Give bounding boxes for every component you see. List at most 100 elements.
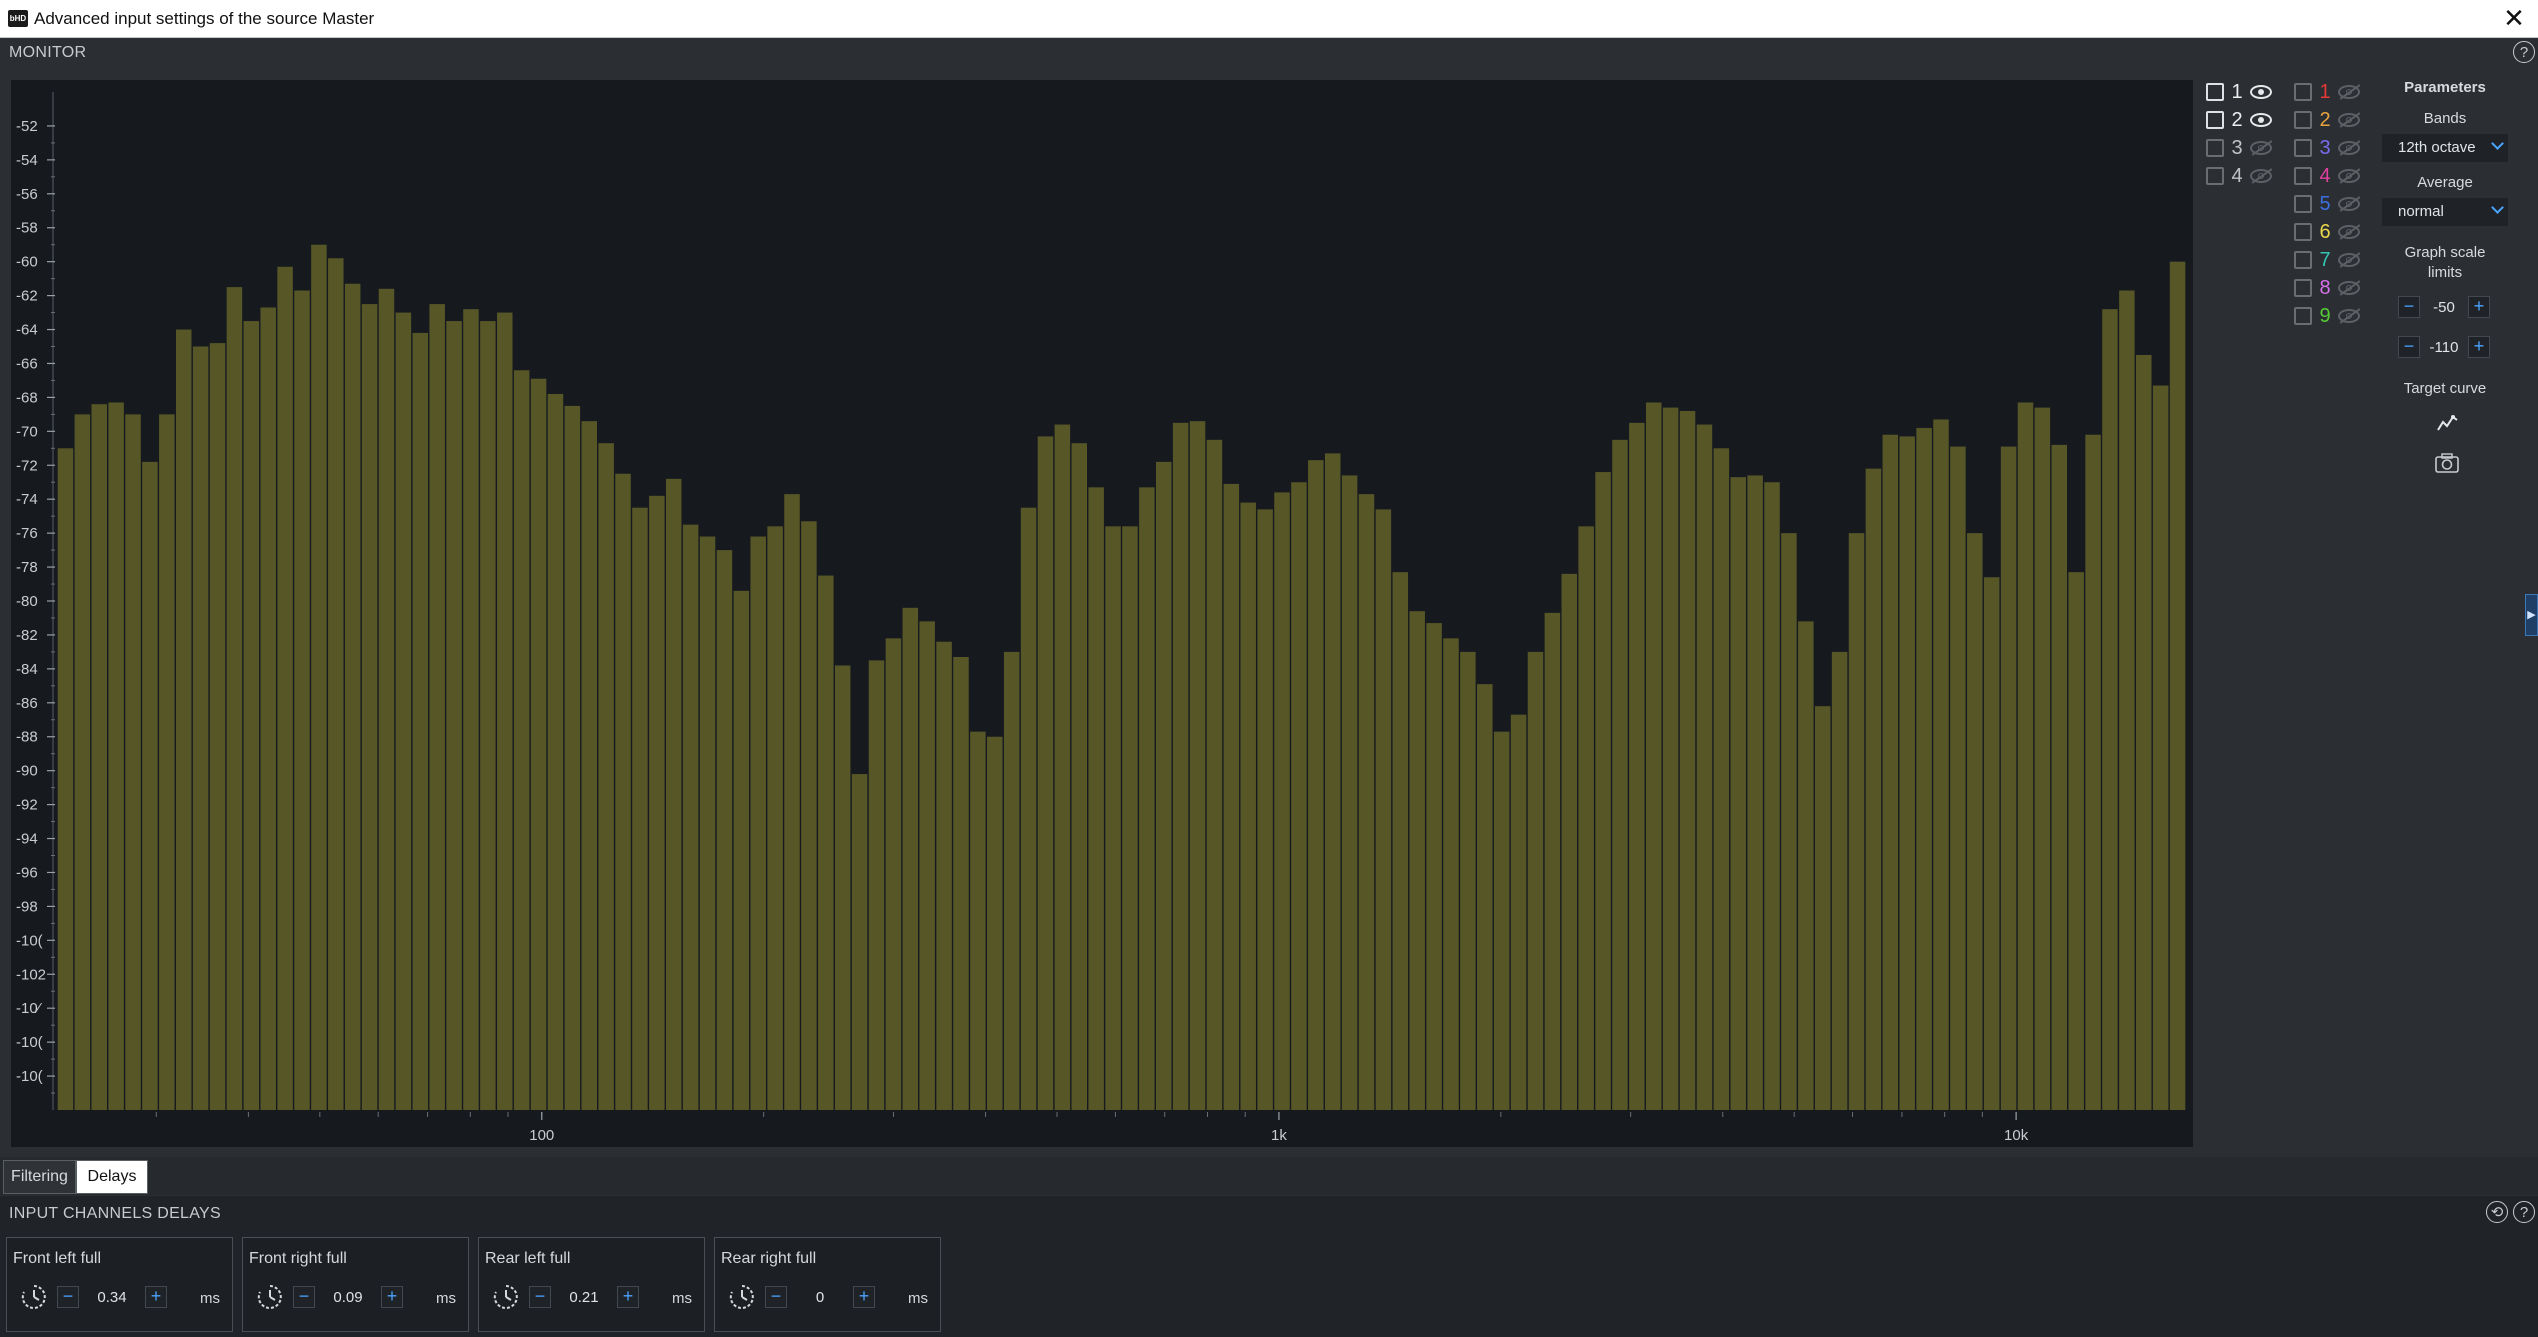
increment-button[interactable]: + [381, 1286, 403, 1308]
spectrum-bar [1814, 706, 1831, 1110]
decrement-button[interactable]: − [2398, 296, 2420, 318]
eye-off-icon[interactable] [2338, 225, 2360, 239]
timer-icon[interactable] [727, 1282, 757, 1312]
help-icon[interactable]: ? [2513, 1201, 2535, 1223]
spectrum-bar [192, 346, 209, 1110]
spectrum-bar [1443, 638, 1459, 1110]
y-tick-label: -62 [16, 288, 38, 305]
y-tick-label: -76 [16, 525, 38, 542]
spectrum-bar [159, 414, 175, 1110]
timer-icon[interactable] [255, 1282, 285, 1312]
spectrum-bar [1764, 482, 1780, 1110]
delay-value[interactable]: 0 [787, 1289, 853, 1306]
spectrum-bar [2102, 309, 2118, 1110]
spectrum-bar [57, 448, 74, 1110]
spectrum-bar [1848, 533, 1865, 1110]
delay-value[interactable]: 0.09 [315, 1289, 381, 1306]
increment-button[interactable]: + [145, 1286, 167, 1308]
y-tick-label: -10⁄ [16, 1000, 43, 1017]
y-tick-label: -98 [16, 898, 38, 915]
eye-off-icon[interactable] [2338, 169, 2360, 183]
y-tick-label: -78 [16, 559, 38, 576]
y-tick-label: -74 [16, 491, 38, 508]
spectrum-bar [294, 290, 310, 1110]
y-tick-label: -96 [16, 864, 38, 881]
close-button[interactable]: ✕ [2500, 4, 2528, 32]
output-icon [2294, 167, 2312, 185]
title-bar: bHD Advanced input settings of the sourc… [0, 0, 2538, 38]
y-tick-label: -10( [16, 932, 43, 949]
delay-channel-box: Front left full −0.34 + ms [6, 1237, 233, 1332]
y-tick-label: -52 [16, 118, 38, 135]
spectrum-bar [1139, 487, 1155, 1110]
spectrum-bar [1460, 651, 1476, 1110]
eye-off-icon[interactable] [2338, 281, 2360, 295]
side-panel-toggle-button[interactable]: ▶ [2525, 594, 2538, 636]
output-channel-row: 2 [2294, 108, 2360, 132]
output-icon [2294, 251, 2312, 269]
snapshot-button[interactable] [2432, 448, 2462, 478]
spectrum-bar [175, 329, 192, 1110]
scale-min-value[interactable]: -110 [2420, 339, 2468, 356]
spectrum-graph: -52 -54 -56 -58 -60 -62 -64 -66 -68 -70 -72 -74 -76 -… [11, 80, 2193, 1147]
spectrum-bar [108, 402, 124, 1110]
scale-max-value[interactable]: -50 [2420, 299, 2468, 316]
decrement-button[interactable]: − [57, 1286, 79, 1308]
spectrum-bar [395, 312, 412, 1110]
y-tick-label: -94 [16, 831, 38, 848]
eye-icon[interactable] [2250, 85, 2272, 99]
spectrum-bar [767, 526, 783, 1110]
spectrum-bar [1865, 468, 1882, 1110]
delay-stepper: −0 + [765, 1286, 875, 1308]
spectrum-bar [801, 521, 817, 1110]
eye-off-icon[interactable] [2338, 141, 2360, 155]
y-tick-label: -84 [16, 661, 38, 678]
increment-button[interactable]: + [2468, 296, 2490, 318]
spectrum-bar [615, 473, 631, 1110]
increment-button[interactable]: + [853, 1286, 875, 1308]
target-curve-edit-button[interactable] [2432, 408, 2462, 438]
eye-off-icon[interactable] [2250, 141, 2272, 155]
bands-dropdown[interactable]: 12th octave [2382, 134, 2508, 162]
spectrum-bar [2119, 290, 2135, 1110]
spectrum-bar [1696, 424, 1713, 1111]
eye-off-icon[interactable] [2338, 85, 2360, 99]
eye-icon[interactable] [2250, 113, 2272, 127]
output-channel-number: 1 [2319, 80, 2331, 103]
input-channel-row: 2 [2206, 108, 2272, 132]
spectrum-bar [1003, 651, 1020, 1110]
eye-off-icon[interactable] [2338, 309, 2360, 323]
spectrum-bar [513, 370, 530, 1111]
tab-filtering[interactable]: Filtering [3, 1160, 76, 1194]
decrement-button[interactable]: − [765, 1286, 787, 1308]
help-icon[interactable]: ? [2513, 41, 2535, 63]
graph-scale-label: Graph scale [2404, 244, 2486, 261]
output-channel-row: 4 [2294, 164, 2360, 188]
decrement-button[interactable]: − [2398, 336, 2420, 358]
timer-icon[interactable] [491, 1282, 521, 1312]
increment-button[interactable]: + [617, 1286, 639, 1308]
spectrum-bar [936, 641, 952, 1110]
decrement-button[interactable]: − [529, 1286, 551, 1308]
bands-label: Bands [2423, 110, 2467, 127]
tab-delays[interactable]: Delays [76, 1160, 148, 1194]
app-logo: bHD [8, 10, 28, 27]
bands-value: 12th octave [2398, 139, 2476, 156]
timer-icon[interactable] [19, 1282, 49, 1312]
reset-icon[interactable]: ⟲ [2486, 1201, 2508, 1223]
decrement-button[interactable]: − [293, 1286, 315, 1308]
eye-off-icon[interactable] [2250, 169, 2272, 183]
spectrum-bar [885, 638, 902, 1110]
increment-button[interactable]: + [2468, 336, 2490, 358]
eye-off-icon[interactable] [2338, 253, 2360, 267]
eye-off-icon[interactable] [2338, 197, 2360, 211]
delay-value[interactable]: 0.34 [79, 1289, 145, 1306]
spectrum-bar [209, 343, 226, 1110]
spectrum-bar [1561, 573, 1578, 1110]
delay-value[interactable]: 0.21 [551, 1289, 617, 1306]
output-channel-row: 5 [2294, 192, 2360, 216]
eye-off-icon[interactable] [2338, 113, 2360, 127]
input-channel-row: 1 [2206, 80, 2272, 104]
delay-channel-label: Rear right full [721, 1250, 817, 1267]
average-dropdown[interactable]: normal [2382, 198, 2508, 226]
